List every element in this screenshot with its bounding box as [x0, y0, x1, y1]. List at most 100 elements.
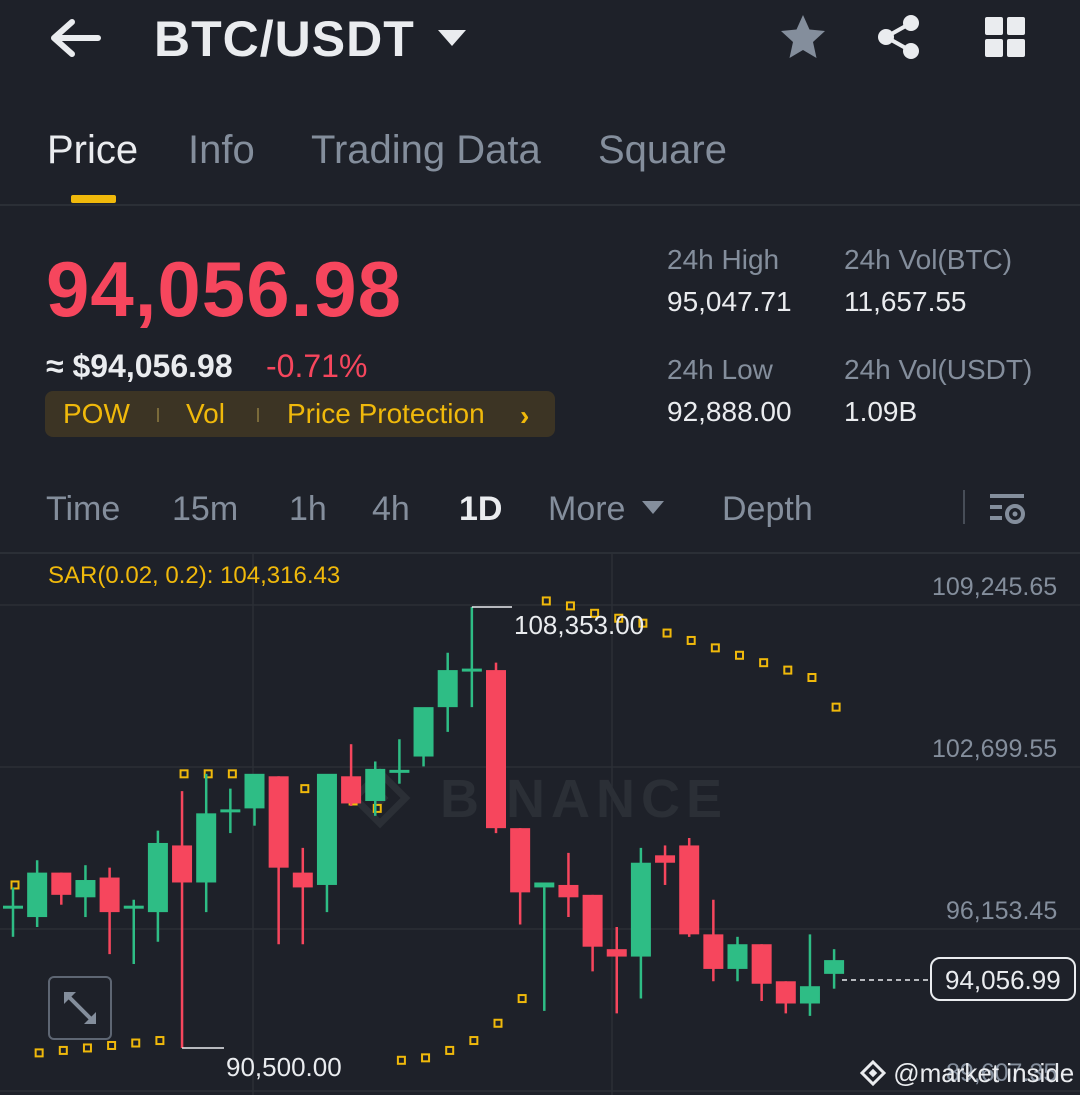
candle-body [365, 768, 386, 801]
sar-dot [493, 1018, 503, 1028]
sar-dot [783, 665, 793, 675]
stat-low-label: 24h Low [667, 354, 773, 385]
stat-vol-btc-value: 11,657.55 [844, 286, 967, 317]
tab-trading-data[interactable]: Trading Data [311, 128, 541, 173]
candle-body [775, 981, 796, 1004]
caret-down-icon[interactable] [640, 498, 666, 518]
binance-watermark: BINANCE [440, 769, 728, 829]
sar-dot [10, 880, 20, 890]
last-price-tag: 94,056.99 [945, 965, 1061, 995]
pair-title[interactable]: BTC/USDT [154, 10, 415, 68]
interval-time[interactable]: Time [46, 490, 120, 529]
candle [751, 944, 772, 1002]
back-arrow-icon[interactable] [48, 14, 104, 62]
chevron-right-icon[interactable]: › [520, 400, 529, 432]
candle [799, 934, 820, 1016]
candle [75, 865, 96, 918]
sar-dot [807, 673, 817, 683]
candle-body [268, 776, 289, 868]
candle-body [123, 905, 144, 909]
interval-4h[interactable]: 4h [372, 490, 410, 529]
interval-1d[interactable]: 1D [459, 490, 502, 529]
high-price-marker: 108,353.00 [514, 610, 645, 640]
sar-dot [107, 1040, 117, 1050]
candle-body [341, 776, 362, 804]
stat-vol-usdt-value: 1.09B [844, 396, 918, 427]
candle-body [172, 845, 193, 883]
sar-dot [831, 702, 841, 712]
candle-body [582, 894, 603, 947]
candle [27, 860, 48, 927]
stat-vol-usdt-label: 24h Vol(USDT) [844, 354, 1033, 385]
interval-15m[interactable]: 15m [172, 490, 238, 529]
candle [824, 949, 845, 989]
sar-dot [445, 1045, 455, 1055]
interval-more[interactable]: More [548, 490, 625, 529]
candle-body [220, 809, 241, 813]
candle [510, 828, 531, 925]
candle-body [292, 872, 313, 888]
candle [316, 773, 337, 913]
chart-settings-icon[interactable] [986, 488, 1030, 530]
candle [172, 791, 193, 1048]
candle [244, 773, 265, 826]
candle [606, 926, 627, 1014]
tag-price-protection[interactable]: Price Protection [287, 398, 485, 430]
candle-body [703, 934, 724, 969]
sar-dot [179, 769, 189, 779]
y-axis-label: 102,699.55 [932, 735, 1058, 763]
divider [0, 204, 1080, 206]
sar-dot [82, 1043, 92, 1053]
candle [679, 838, 700, 937]
candle-body [51, 872, 72, 895]
caret-down-icon[interactable] [436, 22, 468, 54]
tab-info[interactable]: Info [188, 128, 255, 173]
candle-body [727, 944, 748, 969]
candle [461, 607, 482, 708]
tag-vol[interactable]: Vol [186, 398, 225, 430]
candle-body [679, 845, 700, 935]
candle [534, 882, 555, 1011]
candle-body [244, 773, 265, 809]
expand-icon[interactable] [48, 976, 112, 1040]
y-axis-label: 96,153.45 [946, 897, 1058, 925]
share-icon[interactable] [874, 12, 924, 62]
candle [341, 744, 362, 806]
candle-body [558, 884, 579, 898]
stat-high-value: 95,047.71 [667, 286, 792, 317]
candle-body [437, 670, 458, 708]
candle-body [389, 769, 410, 773]
candle [630, 847, 651, 999]
interval-1h[interactable]: 1h [289, 490, 327, 529]
star-icon[interactable] [778, 12, 828, 62]
y-axis-label: 109,245.65 [932, 573, 1058, 601]
grid-icon[interactable] [980, 12, 1030, 62]
diamond-logo-icon [859, 1059, 887, 1087]
sar-dot [396, 1055, 406, 1065]
candle-body [751, 944, 772, 984]
candle [292, 847, 313, 945]
interval-depth[interactable]: Depth [722, 490, 813, 529]
candle-body [99, 877, 120, 913]
sar-dot [34, 1048, 44, 1058]
tag-pow[interactable]: POW [63, 398, 130, 430]
sar-dot [662, 628, 672, 638]
tab-square[interactable]: Square [598, 128, 727, 173]
watermark-handle: @market inside [893, 1058, 1075, 1088]
candle-body [75, 880, 96, 898]
candle-body [486, 670, 506, 829]
candle [196, 773, 217, 913]
sar-indicator-label: SAR(0.02, 0.2): 104,316.43 [48, 562, 341, 589]
stat-high-label: 24h High [667, 244, 780, 275]
sar-dot [227, 769, 237, 779]
candle [582, 894, 603, 972]
candle [99, 867, 120, 955]
tab-price[interactable]: Price [47, 128, 138, 173]
candle [147, 830, 168, 942]
active-tab-indicator [71, 195, 116, 203]
candle [775, 981, 796, 1014]
candle-body [316, 773, 337, 885]
candle [268, 776, 289, 945]
candle-body [606, 949, 627, 957]
candle [703, 899, 724, 982]
